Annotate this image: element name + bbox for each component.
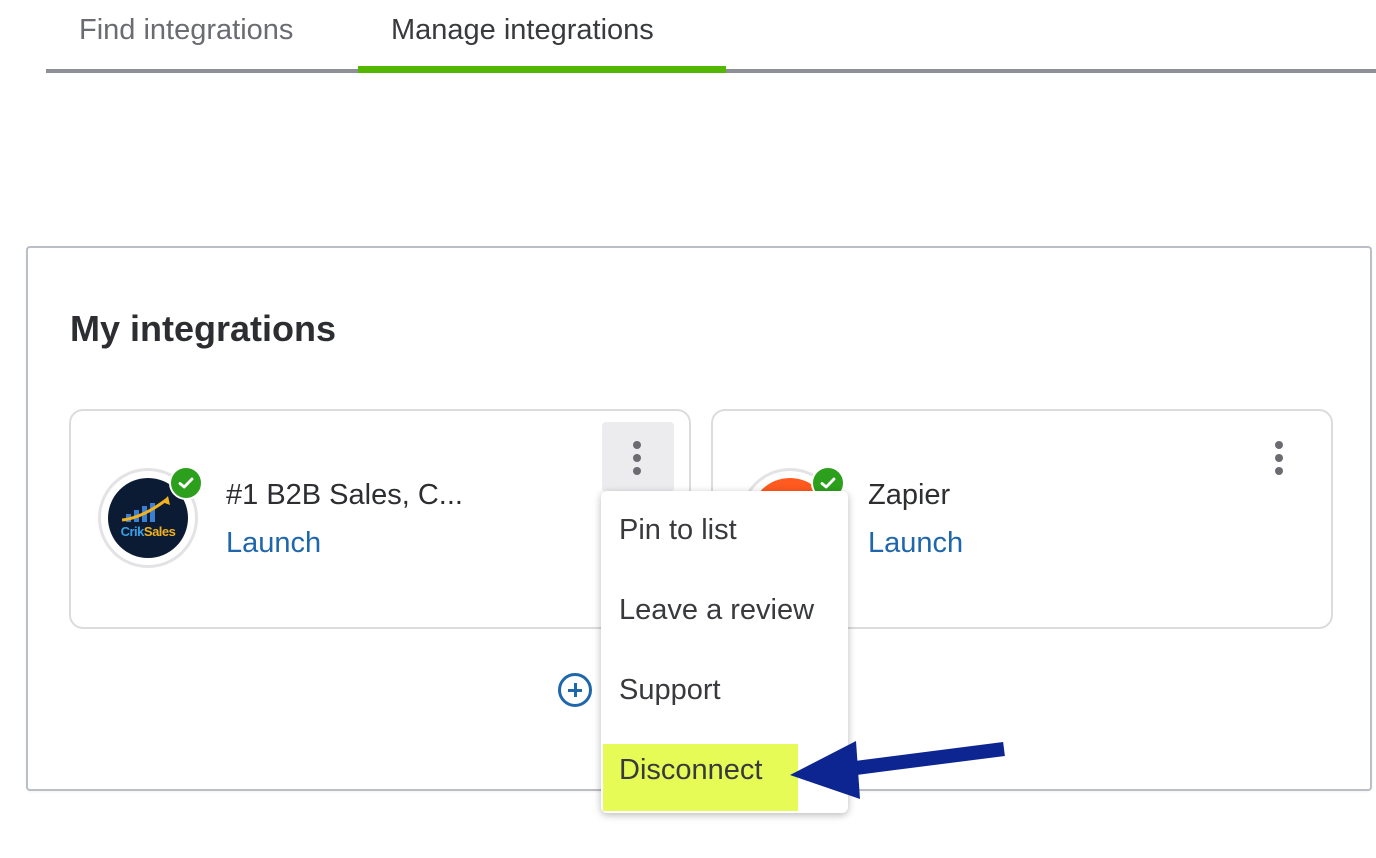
add-circle-icon <box>558 673 592 707</box>
tab-find-integrations[interactable]: Find integrations <box>79 14 293 47</box>
menu-item-leave-review[interactable]: Leave a review <box>601 572 848 652</box>
integration-name: Zapier <box>868 479 951 511</box>
logo-text-crik: Crik <box>120 524 145 539</box>
crik-sales-logo: CrikSales <box>98 466 203 568</box>
menu-item-pin-to-list[interactable]: Pin to list <box>601 492 848 572</box>
tab-manage-integrations[interactable]: Manage integrations <box>391 14 654 47</box>
logo-text-sales: Sales <box>143 524 176 539</box>
integration-card-crik-sales: CrikSales #1 B2B Sales, C... Launch <box>69 409 691 629</box>
tab-bar: Find integrations Manage integrations <box>46 0 1376 73</box>
integration-name: #1 B2B Sales, C... <box>226 479 463 511</box>
more-options-button[interactable] <box>602 422 674 492</box>
active-tab-indicator <box>358 66 726 73</box>
menu-item-support[interactable]: Support <box>601 652 848 732</box>
panel-title: My integrations <box>70 308 337 349</box>
annotation-arrow-icon <box>790 741 1005 799</box>
connected-check-icon <box>169 466 203 500</box>
chart-bars-icon <box>122 496 170 522</box>
kebab-menu-icon <box>633 441 641 449</box>
launch-link[interactable]: Launch <box>868 527 963 560</box>
more-options-button[interactable] <box>1244 422 1316 492</box>
kebab-menu-icon <box>1275 441 1283 449</box>
launch-link[interactable]: Launch <box>226 527 321 560</box>
